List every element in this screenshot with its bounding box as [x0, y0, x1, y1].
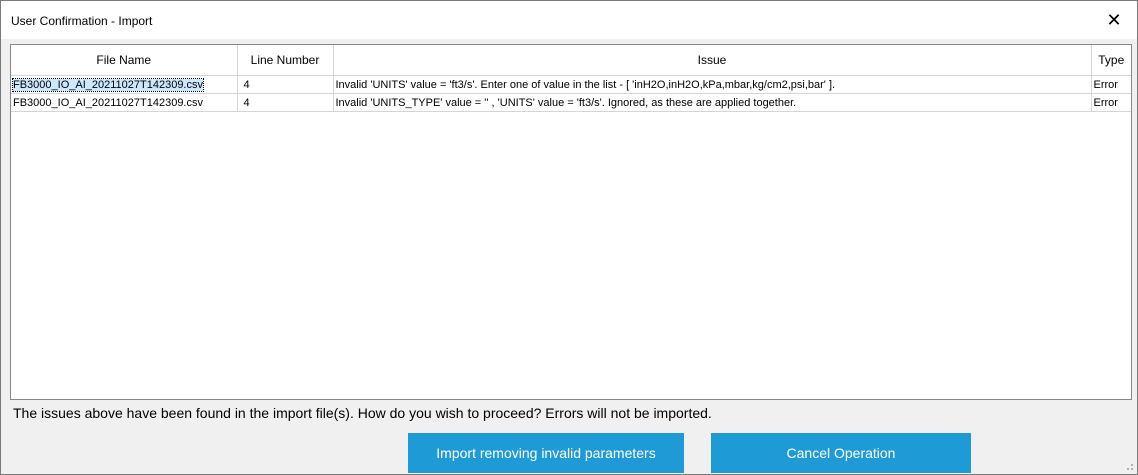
file-name-cell[interactable]: FB3000_IO_AI_20211027T142309.csv: [11, 75, 238, 94]
table-header-row: File Name Line Number Issue Type: [11, 45, 1131, 76]
table-row[interactable]: FB3000_IO_AI_20211027T142309.csv 4 Inval…: [11, 75, 1131, 94]
line-number-cell[interactable]: 4: [237, 93, 334, 112]
resize-grip-icon[interactable]: [1124, 461, 1134, 471]
import-button[interactable]: Import removing invalid parameters: [408, 433, 684, 473]
column-header-file-name[interactable]: File Name: [11, 45, 238, 76]
issue-cell[interactable]: Invalid 'UNITS' value = 'ft3/s'. Enter o…: [333, 75, 1092, 94]
close-icon: ✕: [1106, 10, 1122, 30]
issues-grid[interactable]: File Name Line Number Issue Type FB3000_…: [10, 44, 1132, 400]
file-name-text: FB3000_IO_AI_20211027T142309.csv: [12, 77, 204, 92]
cancel-button[interactable]: Cancel Operation: [711, 433, 971, 473]
proceed-message: The issues above have been found in the …: [13, 405, 712, 421]
column-header-issue[interactable]: Issue: [333, 45, 1092, 76]
type-cell[interactable]: Error: [1091, 75, 1131, 94]
issue-cell[interactable]: Invalid 'UNITS_TYPE' value = '' , 'UNITS…: [333, 93, 1092, 112]
issues-table: File Name Line Number Issue Type FB3000_…: [11, 45, 1131, 112]
line-number-cell[interactable]: 4: [237, 75, 334, 94]
import-confirmation-dialog: User Confirmation - Import ✕ File Name L…: [0, 0, 1138, 475]
column-header-type[interactable]: Type: [1091, 45, 1131, 76]
table-row[interactable]: FB3000_IO_AI_20211027T142309.csv 4 Inval…: [11, 93, 1131, 112]
file-name-cell[interactable]: FB3000_IO_AI_20211027T142309.csv: [11, 93, 238, 112]
type-cell[interactable]: Error: [1091, 93, 1131, 112]
dialog-title: User Confirmation - Import: [11, 14, 153, 28]
title-bar: User Confirmation - Import ✕: [1, 1, 1137, 39]
column-header-line-number[interactable]: Line Number: [237, 45, 334, 76]
close-button[interactable]: ✕: [1091, 1, 1137, 39]
